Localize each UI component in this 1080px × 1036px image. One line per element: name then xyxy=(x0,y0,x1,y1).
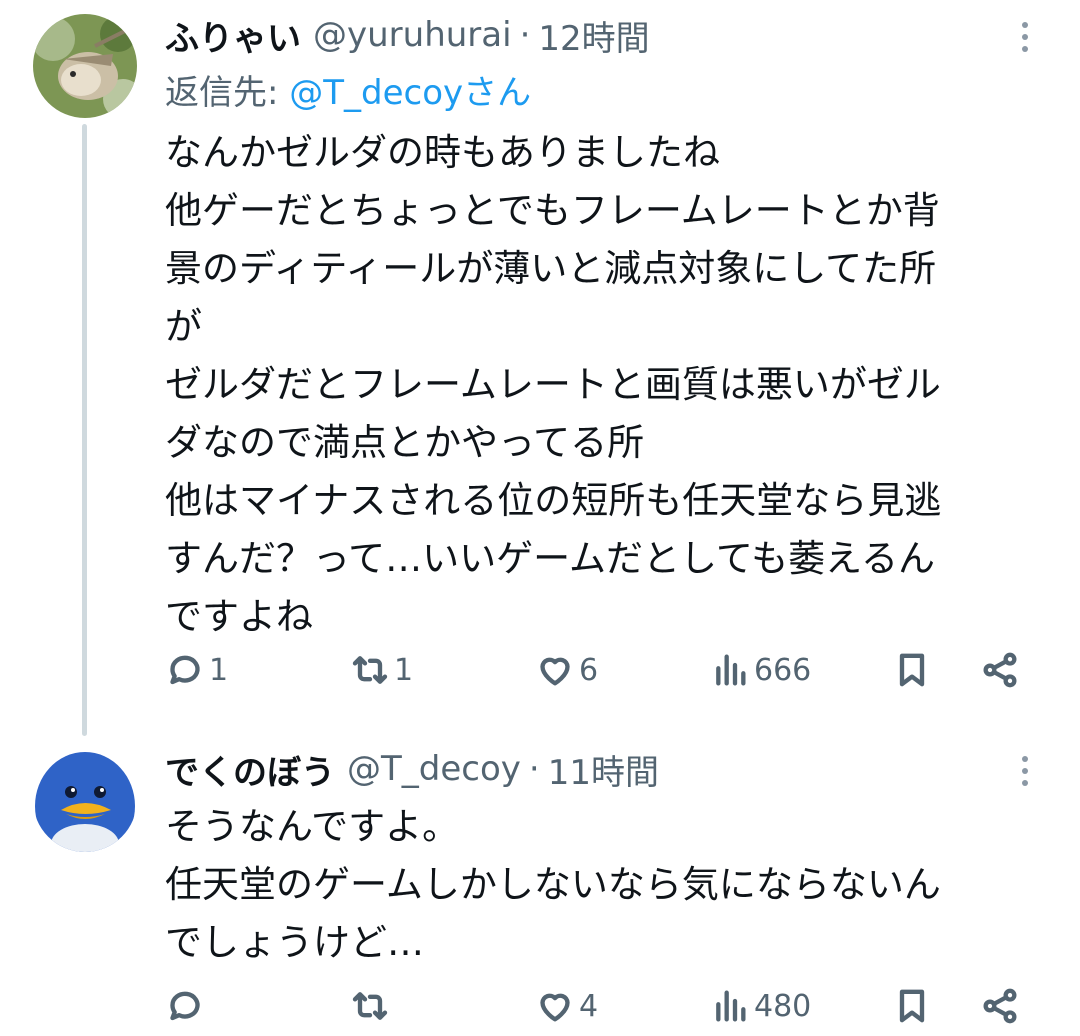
vertical-dots-icon xyxy=(1022,756,1028,762)
bar-chart-icon xyxy=(716,654,746,686)
tweet-text-line: ゼルダだとフレームレートと画質は悪いがゼル xyxy=(165,363,941,406)
user-handle[interactable]: @yuruhurai xyxy=(313,15,512,55)
tweet-text-line: ダなので満点とかやってる所 xyxy=(165,421,645,464)
tweet-text-line: 他はマイナスされる位の短所も任天堂なら見逃 xyxy=(165,479,942,522)
bookmark-button[interactable] xyxy=(892,976,932,1036)
share-button[interactable] xyxy=(980,976,1020,1036)
avatar[interactable] xyxy=(33,748,137,852)
tweet-text-line: そうなんですよ。 xyxy=(165,805,460,848)
reply-bubble-icon xyxy=(170,991,200,1021)
views-button[interactable]: 666 xyxy=(710,640,811,700)
reply-count: 1 xyxy=(209,652,229,688)
reply-to-line: 返信先: @T_decoyさん xyxy=(165,65,531,114)
avatar[interactable] xyxy=(33,14,137,118)
tweet-action-bar: 1 1 6 666 xyxy=(0,640,1080,700)
reply-bubble-icon xyxy=(170,655,200,685)
share-icon xyxy=(983,988,1017,1024)
retweet-count: 1 xyxy=(394,652,414,688)
reply-button[interactable]: 1 xyxy=(165,640,228,700)
share-button[interactable] xyxy=(980,640,1020,700)
tweet-text-line: なんかゼルダの時もありましたね xyxy=(165,131,720,174)
tweet-1[interactable]: ふりゃい @yuruhurai · 12時間 返信先: @T_decoyさん な… xyxy=(0,0,1080,736)
tweet-text-line: が xyxy=(165,305,202,348)
separator-dot: · xyxy=(528,749,540,789)
like-count: 4 xyxy=(579,988,599,1024)
reply-mention-link[interactable]: @T_decoyさん xyxy=(289,73,531,113)
like-button[interactable]: 4 xyxy=(535,976,598,1036)
display-name[interactable]: ふりゃい xyxy=(165,11,301,60)
tweet-text-line: ですよね xyxy=(165,595,313,638)
tweet-text-line: 任天堂のゲームしかしないなら気にならないん xyxy=(165,863,941,906)
bookmark-button[interactable] xyxy=(892,640,932,700)
heart-icon xyxy=(540,657,570,686)
retweet-arrows-icon xyxy=(352,656,388,684)
view-count: 480 xyxy=(754,988,812,1024)
tweet-text: そうなんですよ。 任天堂のゲームしかしないなら気にならないん でしょうけど… xyxy=(165,798,1055,972)
heart-icon xyxy=(540,993,570,1022)
user-handle[interactable]: @T_decoy xyxy=(347,749,521,789)
tweet-text-line: すんだ？って…いいゲームだとしても萎えるん xyxy=(165,537,935,580)
reply-button[interactable] xyxy=(165,976,209,1036)
reply-to-label: 返信先: xyxy=(165,73,290,113)
display-name[interactable]: でくのぼう xyxy=(165,745,335,794)
separator-dot: · xyxy=(519,15,531,55)
retweet-button[interactable]: 1 xyxy=(350,640,413,700)
tweet-header: ふりゃい @yuruhurai · 12時間 xyxy=(165,10,650,60)
tweet-text: なんかゼルダの時もありましたね 他ゲーだとちょっとでもフレームレートとか背 景の… xyxy=(165,124,1055,646)
tweet-text-line: 景のディティールが薄いと減点対象にしてた所 xyxy=(165,247,937,290)
penguin-avatar-image xyxy=(33,748,137,852)
hedgehog-avatar-image xyxy=(33,14,137,118)
timestamp[interactable]: 11時間 xyxy=(548,745,659,794)
share-icon xyxy=(983,652,1017,688)
retweet-button[interactable] xyxy=(350,976,394,1036)
bar-chart-icon xyxy=(716,990,746,1022)
like-count: 6 xyxy=(579,652,599,688)
tweet-header: でくのぼう @T_decoy · 11時間 xyxy=(165,744,659,794)
retweet-arrows-icon xyxy=(352,992,388,1020)
more-options-button[interactable] xyxy=(1010,746,1040,796)
more-options-button[interactable] xyxy=(1010,12,1040,62)
tweet-text-line: 他ゲーだとちょっとでもフレームレートとか背 xyxy=(165,189,940,232)
bookmark-icon xyxy=(899,989,925,1023)
bookmark-icon xyxy=(899,653,925,687)
view-count: 666 xyxy=(754,652,812,688)
vertical-dots-icon xyxy=(1022,22,1028,28)
views-button[interactable]: 480 xyxy=(710,976,811,1036)
timestamp[interactable]: 12時間 xyxy=(538,11,649,60)
tweet-text-line: でしょうけど… xyxy=(165,921,424,964)
tweet-2[interactable]: でくのぼう @T_decoy · 11時間 そうなんですよ。 任天堂のゲームしか… xyxy=(0,736,1080,1034)
tweet-action-bar: 4 480 xyxy=(0,976,1080,1036)
like-button[interactable]: 6 xyxy=(535,640,598,700)
